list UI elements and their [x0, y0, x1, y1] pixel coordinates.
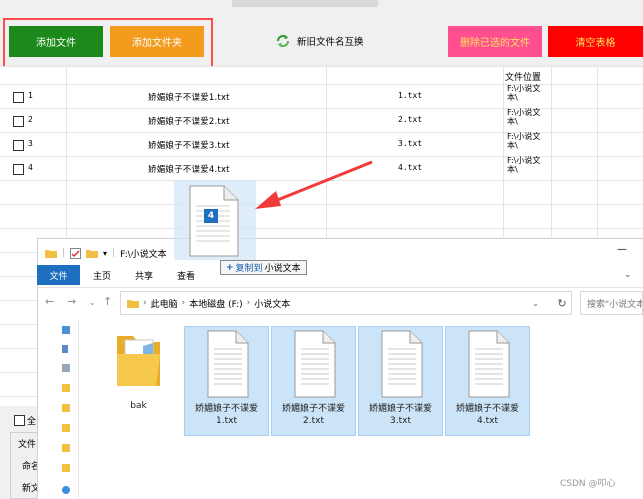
new-filename: 1.txt	[398, 91, 423, 100]
table-row[interactable]: 1 娇媚娘子不谍爱1.txt 1.txt F:\小说文本\	[0, 84, 643, 110]
properties-icon[interactable]	[70, 247, 82, 259]
group-label: 文件	[18, 440, 37, 450]
recent-locations-icon[interactable]: ⌄	[89, 298, 96, 307]
folder-icon	[127, 300, 139, 308]
quick-access-icon[interactable]	[62, 326, 70, 334]
tab-file[interactable]: 文件	[37, 265, 80, 285]
file-item-selected[interactable]: 娇媚娘子不谍爱3.txt	[358, 326, 443, 436]
ribbon-tabs: 文件 主页 共享 查看	[37, 265, 643, 285]
folder-icon[interactable]	[62, 424, 70, 432]
file-item-label: 娇媚娘子不谍爱4.txt	[455, 404, 519, 426]
table-row[interactable]: 2 娇媚娘子不谍爱2.txt 2.txt F:\小说文本\	[0, 108, 643, 134]
clear-table-button[interactable]: 清空表格	[548, 26, 643, 57]
tab-view[interactable]: 查看	[169, 265, 203, 285]
swap-names-label: 新旧文件名互换	[297, 37, 364, 48]
checkbox-box[interactable]	[14, 415, 25, 426]
onedrive-icon[interactable]	[62, 486, 70, 494]
row-checkbox[interactable]	[13, 92, 24, 103]
watermark: CSDN @叩心	[560, 479, 616, 489]
swap-names-button[interactable]: 新旧文件名互换	[275, 30, 375, 52]
folder-icon[interactable]	[62, 444, 70, 452]
dropdown-arrow-icon[interactable]: ▾	[103, 249, 107, 258]
drag-ghost: 4	[174, 180, 256, 260]
breadcrumb-separator: ›	[143, 298, 147, 308]
file-path: F:\小说文本\	[507, 84, 541, 102]
drag-copy-tooltip: + 复制到 小说文本	[220, 260, 307, 275]
back-arrow-icon[interactable]: ←	[45, 295, 54, 308]
delete-selected-button[interactable]: 删除已选的文件	[448, 26, 542, 57]
text-file-icon	[294, 330, 335, 398]
row-index: 2	[28, 115, 33, 124]
breadcrumb-separator: ›	[181, 298, 186, 308]
download-icon[interactable]	[62, 345, 68, 353]
text-file-icon	[381, 330, 422, 398]
tab-home[interactable]: 主页	[85, 265, 119, 285]
select-all-label: 全	[27, 417, 37, 427]
column-header-path[interactable]: 文件位置	[505, 70, 541, 83]
row-checkbox[interactable]	[13, 140, 24, 151]
navigation-pane	[37, 320, 79, 499]
forward-arrow-icon[interactable]: →	[67, 295, 76, 308]
old-filename: 娇媚娘子不谍爱2.txt	[148, 117, 230, 127]
file-path: F:\小说文本\	[507, 156, 541, 174]
refresh-icon[interactable]: ↻	[552, 291, 572, 315]
row-checkbox[interactable]	[13, 116, 24, 127]
file-path: F:\小说文本\	[507, 108, 541, 126]
chevron-down-icon[interactable]: ⌄	[624, 270, 632, 280]
tab-share[interactable]: 共享	[127, 265, 161, 285]
folder-icon	[116, 336, 160, 386]
search-input[interactable]: 搜索"小说文本"	[580, 291, 643, 315]
breadcrumb-item[interactable]: 此电脑	[151, 297, 178, 310]
row-index: 4	[28, 163, 33, 172]
add-folder-button[interactable]: 添加文件夹	[110, 26, 204, 57]
separator: |	[62, 248, 66, 258]
file-path: F:\小说文本\	[507, 132, 541, 150]
explorer-titlebar: | ▾ | F:\小说文本	[37, 242, 167, 264]
up-arrow-icon[interactable]: ↑	[103, 295, 112, 308]
old-filename: 娇媚娘子不谍爱1.txt	[148, 93, 230, 103]
new-filename: 4.txt	[398, 163, 423, 172]
text-file-icon	[207, 330, 248, 398]
drag-target: 小说文本	[264, 264, 301, 274]
file-item-label: 娇媚娘子不谍爱2.txt	[281, 404, 345, 426]
old-filename: 娇媚娘子不谍爱4.txt	[148, 165, 230, 175]
folder-icon[interactable]	[62, 404, 70, 412]
folder-icon[interactable]	[62, 384, 70, 392]
breadcrumb-separator: ›	[246, 298, 251, 308]
new-folder-icon[interactable]	[86, 248, 99, 258]
plus-icon: +	[226, 262, 234, 273]
text-file-icon	[468, 330, 509, 398]
new-filename: 3.txt	[398, 139, 423, 148]
file-item-folder[interactable]: bak	[97, 326, 180, 434]
file-item-label: 娇媚娘子不谍爱1.txt	[194, 404, 258, 426]
file-item-selected[interactable]: 娇媚娘子不谍爱2.txt	[271, 326, 356, 436]
select-all-checkbox[interactable]: 全	[14, 414, 36, 427]
drag-count-badge: 4	[207, 211, 215, 221]
row-index: 3	[28, 139, 33, 148]
address-bar[interactable]: › 此电脑 › 本地磁盘 (F:) › 小说文本 ⌄	[120, 291, 572, 315]
drag-verb: 复制到	[235, 264, 263, 274]
breadcrumb-item[interactable]: 本地磁盘 (F:)	[189, 297, 242, 310]
breadcrumb-item[interactable]: 小说文本	[254, 297, 290, 310]
folder-icon[interactable]	[62, 464, 70, 472]
row-checkbox[interactable]	[13, 164, 24, 175]
title-strip	[232, 0, 378, 7]
old-filename: 娇媚娘子不谍爱3.txt	[148, 141, 230, 151]
table-row[interactable]: 3 娇媚娘子不谍爱3.txt 3.txt F:\小说文本\	[0, 132, 643, 158]
separator: |	[112, 248, 116, 258]
folder-icon	[45, 250, 57, 258]
file-item-label: bak	[130, 401, 147, 411]
table-row[interactable]: 4 娇媚娘子不谍爱4.txt 4.txt F:\小说文本\	[0, 156, 643, 182]
row-index: 1	[28, 91, 33, 100]
window-title: F:\小说文本	[120, 249, 167, 260]
file-item-label: 娇媚娘子不谍爱3.txt	[368, 404, 432, 426]
address-dropdown-icon[interactable]: ⌄	[532, 299, 539, 308]
file-item-selected[interactable]: 娇媚娘子不谍爱4.txt	[445, 326, 530, 436]
new-filename: 2.txt	[398, 115, 423, 124]
documents-icon[interactable]	[62, 364, 70, 372]
minimize-button[interactable]: —	[617, 244, 627, 255]
file-item-selected[interactable]: 娇媚娘子不谍爱1.txt	[184, 326, 269, 436]
add-file-button[interactable]: 添加文件	[9, 26, 103, 57]
swap-icon	[276, 34, 290, 48]
